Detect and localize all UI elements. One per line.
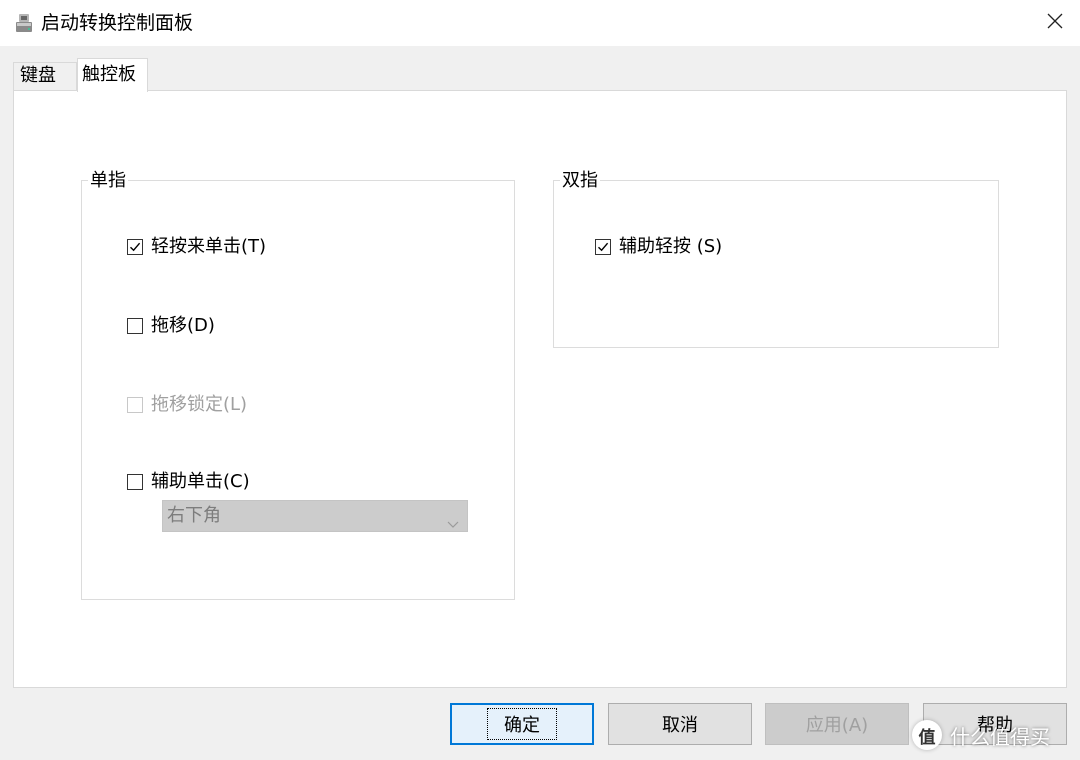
ok-button-label: 确定: [487, 708, 557, 740]
apply-button: 应用(A): [765, 703, 909, 745]
secondary-tap-label: 辅助轻按 (S): [619, 236, 723, 257]
chevron-down-icon: [447, 510, 459, 540]
secondary-click-label: 辅助单击(C): [151, 471, 250, 492]
watermark: 值 什么值得买: [912, 710, 1080, 760]
watermark-logo-icon: 值: [912, 720, 942, 750]
two-finger-group-title: 双指: [560, 169, 600, 193]
tap-to-click-checkbox[interactable]: [127, 239, 143, 255]
drag-lock-option: 拖移锁定(L): [127, 393, 247, 417]
cancel-button[interactable]: 取消: [608, 703, 752, 745]
ok-button[interactable]: 确定: [450, 703, 594, 745]
secondary-click-corner-select: 右下角: [162, 500, 468, 532]
dragging-label: 拖移(D): [151, 315, 215, 336]
tab-touchpad[interactable]: 触控板: [77, 58, 148, 92]
watermark-text: 什么值得买: [950, 724, 1050, 749]
secondary-click-corner-value: 右下角: [167, 505, 221, 526]
secondary-tap-option[interactable]: 辅助轻按 (S): [595, 235, 722, 259]
secondary-tap-checkbox[interactable]: [595, 239, 611, 255]
close-button[interactable]: [1030, 0, 1080, 46]
drag-lock-checkbox: [127, 397, 143, 413]
two-finger-group: 双指: [553, 169, 999, 348]
tap-to-click-label: 轻按来单击(T): [151, 236, 267, 257]
bootcamp-drive-icon: [14, 12, 34, 34]
single-finger-group-title: 单指: [88, 169, 128, 193]
window-title: 启动转换控制面板: [41, 12, 194, 34]
dragging-option[interactable]: 拖移(D): [127, 314, 215, 338]
secondary-click-option[interactable]: 辅助单击(C): [127, 470, 250, 494]
dragging-checkbox[interactable]: [127, 318, 143, 334]
secondary-click-checkbox[interactable]: [127, 474, 143, 490]
tap-to-click-option[interactable]: 轻按来单击(T): [127, 235, 266, 259]
drag-lock-label: 拖移锁定(L): [151, 394, 248, 415]
close-icon: [1047, 13, 1063, 33]
tab-keyboard[interactable]: 键盘: [13, 62, 77, 90]
title-bar: 启动转换控制面板: [0, 0, 1080, 46]
